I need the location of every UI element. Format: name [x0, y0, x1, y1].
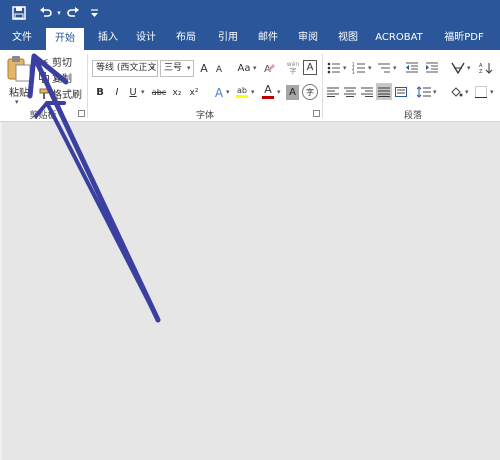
annotation-arrow-overlay: [27, 53, 161, 323]
annotation-arrow-icon: [27, 53, 161, 323]
